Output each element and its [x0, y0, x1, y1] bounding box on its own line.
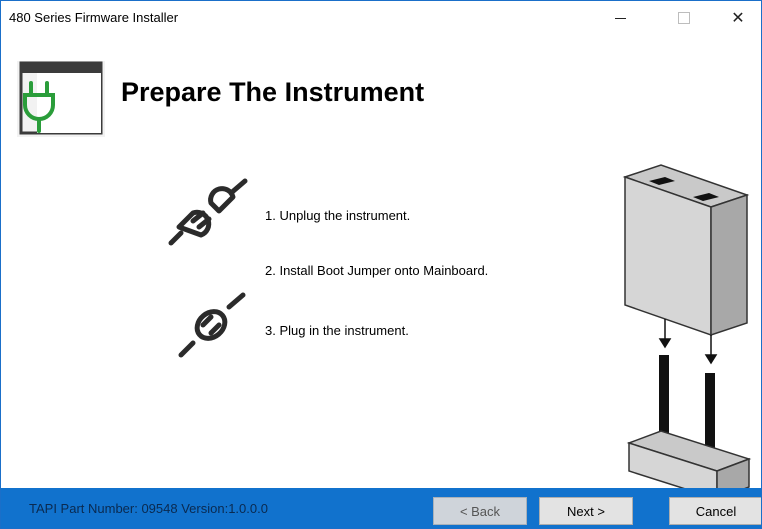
close-icon: ✕: [731, 10, 745, 27]
minimize-icon: [614, 17, 626, 19]
maximize-icon: [678, 12, 690, 24]
part-number-version: TAPI Part Number: 09548 Version:1.0.0.0: [29, 501, 268, 516]
close-button[interactable]: ✕: [715, 1, 761, 35]
step-plug-in: 3. Plug in the instrument.: [265, 323, 409, 338]
plug-window-icon: [17, 61, 105, 137]
title-bar[interactable]: 480 Series Firmware Installer ✕: [1, 1, 761, 35]
next-button[interactable]: Next >: [539, 497, 633, 525]
page-title: Prepare The Instrument: [121, 77, 425, 107]
footer-bar: TAPI Part Number: 09548 Version:1.0.0.0 …: [1, 488, 761, 528]
maximize-button[interactable]: [661, 1, 707, 35]
installer-window: 480 Series Firmware Installer ✕ Prepare …: [0, 0, 762, 529]
back-button[interactable]: < Back: [433, 497, 527, 525]
minimize-button[interactable]: [597, 1, 643, 35]
unplugged-icon: [168, 178, 248, 246]
step-unplug: 1. Unplug the instrument.: [265, 208, 411, 223]
plugged-icon: [178, 292, 246, 358]
step-install-jumper: 2. Install Boot Jumper onto Mainboard.: [265, 263, 489, 278]
window-title: 480 Series Firmware Installer: [9, 10, 179, 25]
cancel-button[interactable]: Cancel: [669, 497, 761, 525]
boot-jumper-illustration: [622, 164, 752, 489]
